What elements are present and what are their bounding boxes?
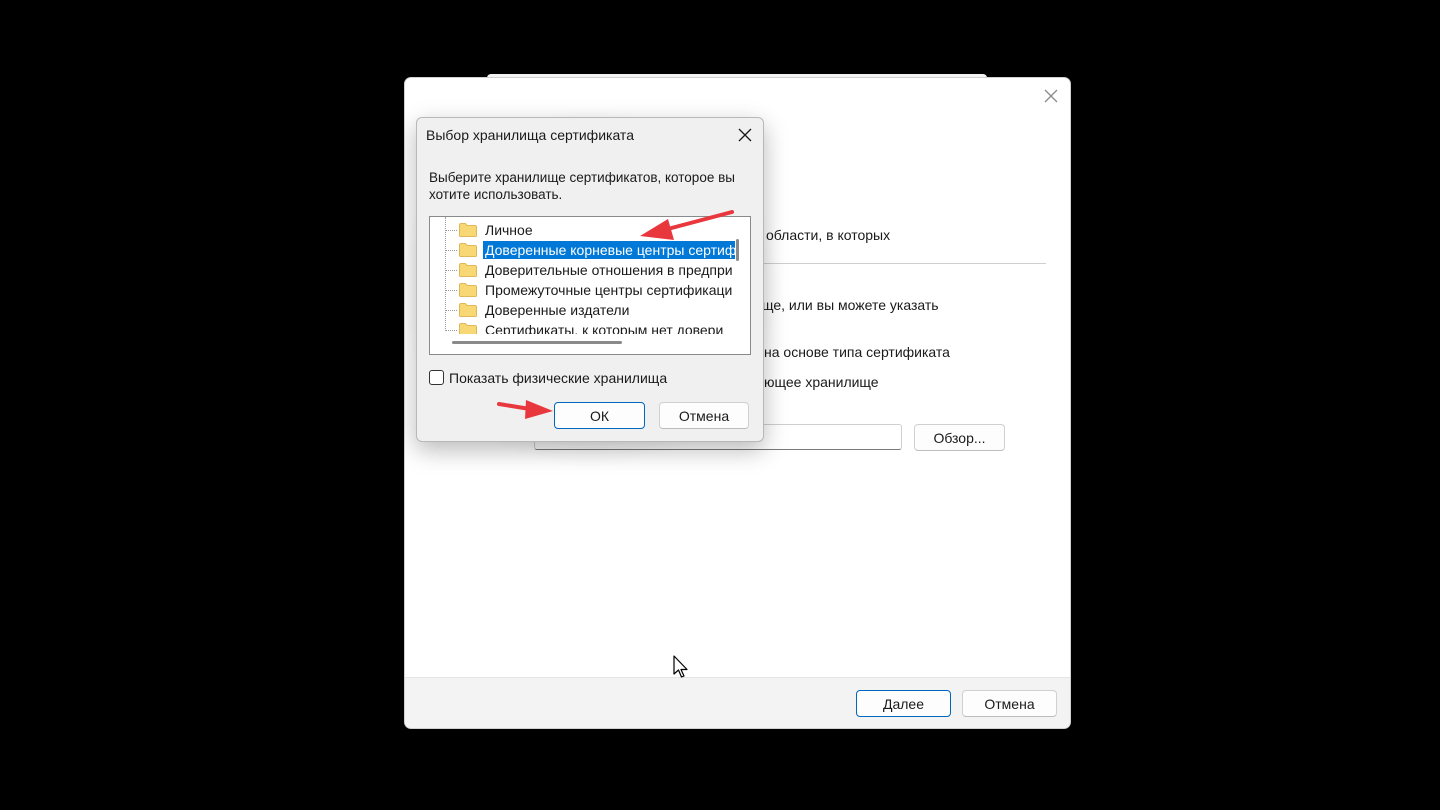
tree-item-personal[interactable]: Личное — [445, 220, 735, 240]
show-physical-stores-label[interactable]: Показать физические хранилища — [449, 370, 667, 386]
dialog-cancel-button[interactable]: Отмена — [659, 402, 749, 429]
radio-auto-store-label[interactable]: на основе типа сертификата — [764, 344, 950, 360]
folder-icon — [459, 263, 477, 277]
close-icon — [1044, 89, 1058, 103]
dialog-description: Выберите хранилище сертификатов, которое… — [429, 170, 735, 202]
tree-item-label: Доверенные издатели — [485, 302, 630, 318]
folder-icon — [459, 283, 477, 297]
tree-item-label: Доверительные отношения в предпри — [485, 262, 733, 278]
tree-item-trusted-publishers[interactable]: Доверенные издатели — [445, 300, 735, 320]
mouse-cursor-icon — [673, 655, 688, 678]
folder-icon — [459, 223, 477, 237]
folder-icon — [459, 243, 477, 257]
horizontal-scrollbar[interactable] — [452, 341, 622, 344]
wizard-cancel-button[interactable]: Отмена — [962, 690, 1057, 717]
close-icon — [738, 128, 752, 142]
tree-item-label: Личное — [485, 222, 533, 238]
folder-icon — [459, 303, 477, 317]
browse-button[interactable]: Обзор... — [914, 424, 1005, 451]
dialog-title: Выбор хранилища сертификата — [426, 127, 634, 143]
tree-item-label: Промежуточные центры сертификаци — [485, 282, 733, 298]
ok-button[interactable]: ОК — [554, 402, 645, 429]
vertical-scrollbar[interactable] — [736, 239, 739, 261]
tree-item-label: Доверенные корневые центры сертиф — [483, 241, 735, 259]
wizard-close-button[interactable] — [1041, 86, 1061, 106]
dialog-close-button[interactable] — [736, 126, 754, 144]
tree-item-trusted-root[interactable]: Доверенные корневые центры сертиф — [445, 240, 735, 260]
wizard-divider — [762, 263, 1046, 264]
tree-item-enterprise-trust[interactable]: Доверительные отношения в предпри — [445, 260, 735, 280]
tree-item-intermediate-ca[interactable]: Промежуточные центры сертификаци — [445, 280, 735, 300]
next-button[interactable]: Далее — [856, 690, 951, 717]
show-physical-stores-checkbox[interactable] — [429, 370, 444, 385]
certificate-store-tree[interactable]: Личное Доверенные корневые центры сертиф… — [429, 216, 751, 355]
wizard-text-line2: ще, или вы можете указать — [762, 297, 939, 313]
tree-scroll-area — [430, 334, 750, 354]
